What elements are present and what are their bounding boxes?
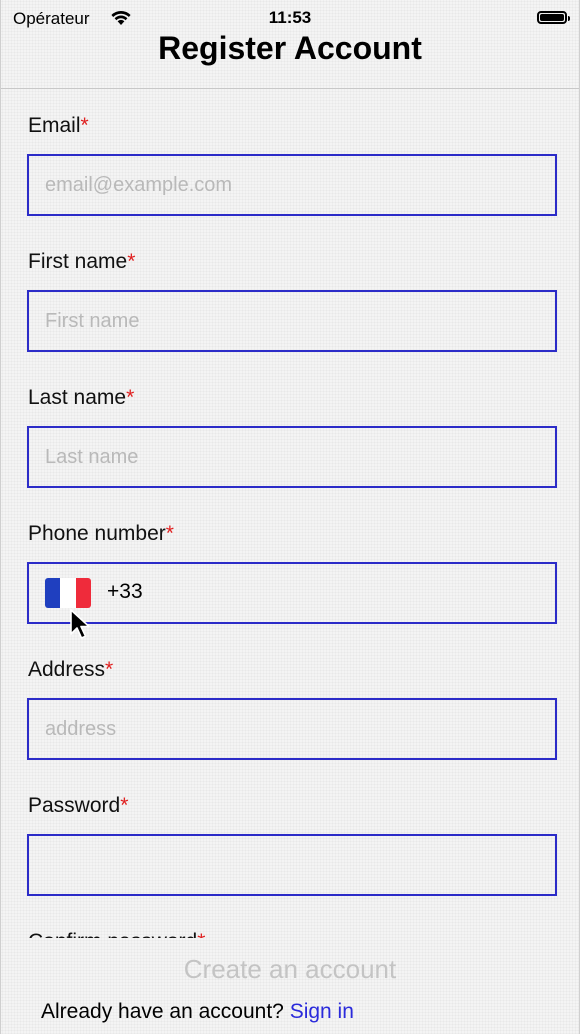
required-mark: * bbox=[120, 794, 129, 817]
required-mark: * bbox=[127, 250, 136, 273]
last-name-input[interactable] bbox=[29, 428, 555, 486]
phone-field-group: Phone number* +33 bbox=[27, 504, 557, 640]
first-name-field-group: First name* bbox=[27, 232, 557, 368]
address-input-box bbox=[27, 698, 557, 760]
first-name-input[interactable] bbox=[29, 292, 555, 350]
password-input[interactable] bbox=[29, 836, 555, 894]
phone-input-box[interactable]: +33 bbox=[27, 562, 557, 624]
header-divider bbox=[1, 88, 579, 89]
signin-link[interactable]: Sign in bbox=[290, 1000, 354, 1023]
mouse-pointer-icon bbox=[70, 609, 90, 639]
page-title: Register Account bbox=[158, 30, 422, 66]
required-mark: * bbox=[197, 930, 205, 938]
address-field-group: Address* bbox=[27, 640, 557, 776]
dial-code: +33 bbox=[107, 580, 143, 603]
address-label: Address* bbox=[28, 658, 114, 681]
required-mark: * bbox=[80, 114, 89, 137]
address-input[interactable] bbox=[29, 700, 555, 758]
required-mark: * bbox=[165, 522, 174, 545]
last-name-field-group: Last name* bbox=[27, 368, 557, 504]
password-field-group: Password* bbox=[27, 776, 557, 912]
required-mark: * bbox=[105, 658, 114, 681]
first-name-label: First name* bbox=[28, 250, 136, 273]
email-label: Email* bbox=[28, 114, 89, 137]
last-name-input-box bbox=[27, 426, 557, 488]
password-input-box bbox=[27, 834, 557, 896]
password-label: Password* bbox=[28, 794, 129, 817]
battery-icon bbox=[537, 11, 570, 24]
confirm-password-label: Confirm password* bbox=[28, 930, 205, 938]
required-mark: * bbox=[126, 386, 135, 409]
phone-screen: Opérateur 11:53 Register Account Email* … bbox=[0, 0, 580, 1034]
signin-row: Already have an account? Sign in bbox=[41, 1000, 354, 1024]
email-input-box bbox=[27, 154, 557, 216]
create-account-button[interactable]: Create an account bbox=[1, 954, 579, 985]
france-flag-icon[interactable] bbox=[45, 578, 91, 608]
signin-prompt: Already have an account? bbox=[41, 1000, 284, 1023]
email-input[interactable] bbox=[29, 156, 555, 214]
last-name-label: Last name* bbox=[28, 386, 135, 409]
phone-label: Phone number* bbox=[28, 522, 174, 545]
clock: 11:53 bbox=[268, 8, 312, 27]
register-form: Email* First name* Last name* Phone numb… bbox=[27, 96, 557, 938]
confirm-password-field-group: Confirm password* bbox=[27, 912, 557, 938]
email-field-group: Email* bbox=[27, 96, 557, 232]
first-name-input-box bbox=[27, 290, 557, 352]
